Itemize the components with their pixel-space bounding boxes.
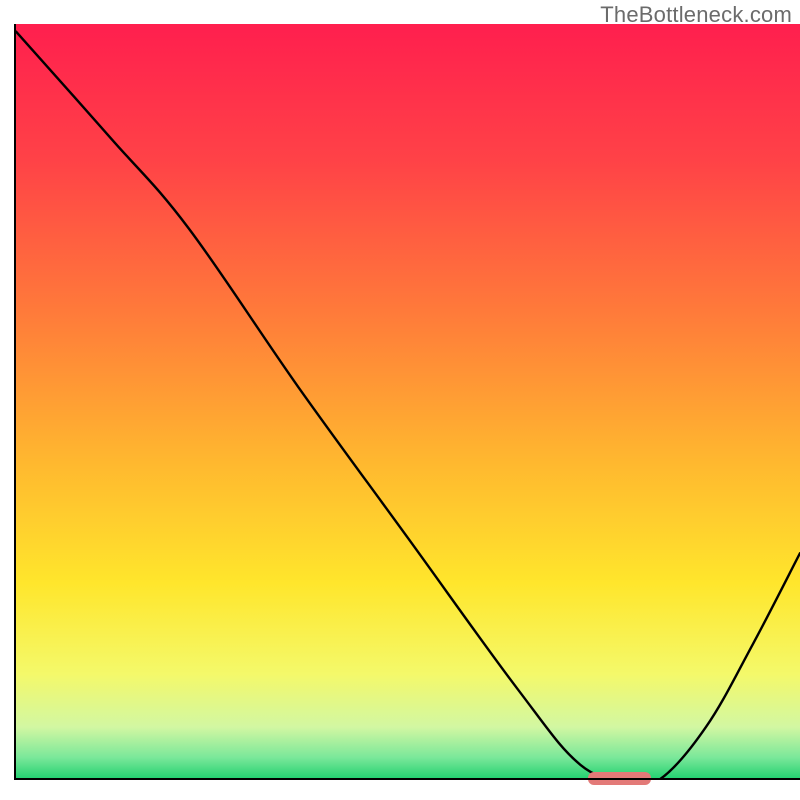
plot-area xyxy=(16,24,800,780)
watermark-text: TheBottleneck.com xyxy=(600,2,792,28)
y-axis xyxy=(14,24,16,780)
plot-svg xyxy=(16,24,800,780)
x-axis xyxy=(14,778,800,780)
chart-container: TheBottleneck.com xyxy=(0,0,800,800)
gradient-rect xyxy=(16,24,800,780)
